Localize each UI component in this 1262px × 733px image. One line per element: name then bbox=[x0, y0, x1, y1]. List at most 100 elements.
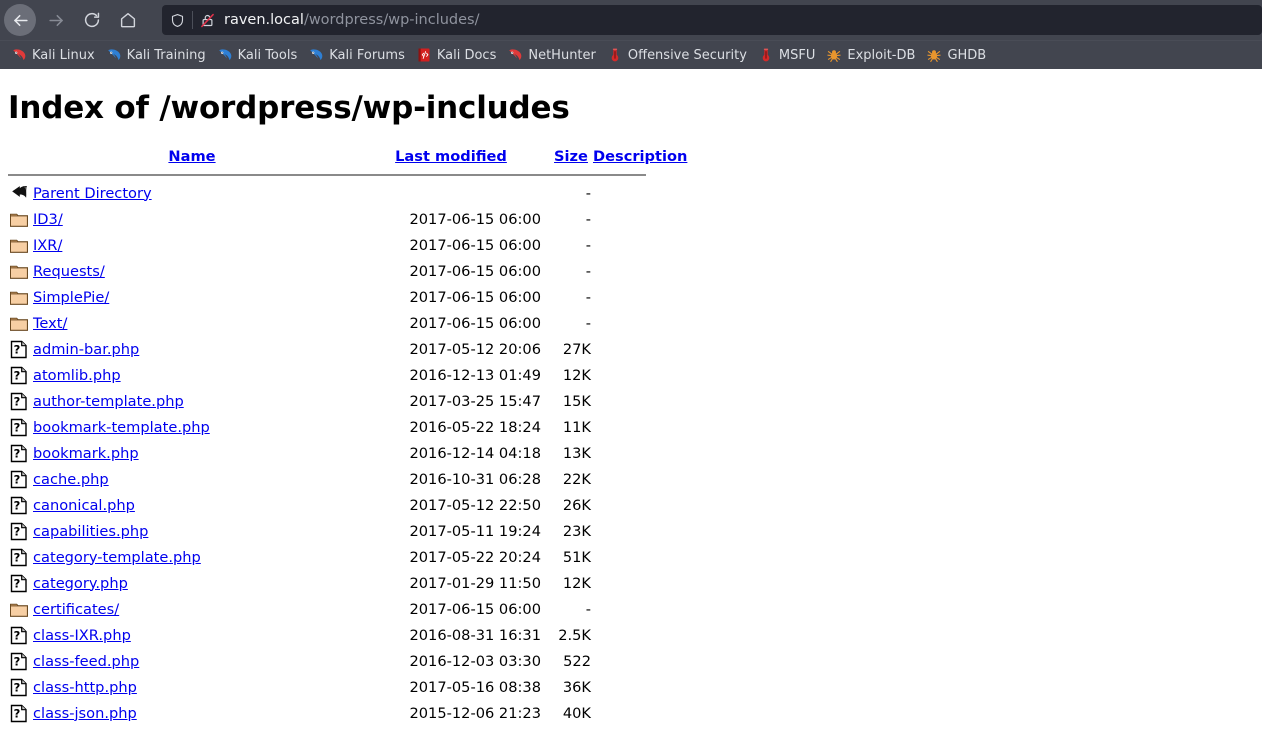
entry-link[interactable]: bookmark.php bbox=[33, 445, 139, 462]
table-row: ? class-http.php 2017-05-16 08:38 36K bbox=[8, 674, 688, 700]
bookmark-kali-tools[interactable]: Kali Tools bbox=[212, 44, 303, 66]
entry-link[interactable]: class-IXR.php bbox=[33, 627, 131, 644]
table-row: IXR/2017-06-15 06:00 - bbox=[8, 232, 688, 258]
entry-size-cell: 22K bbox=[562, 470, 591, 488]
svg-text:?: ? bbox=[14, 420, 21, 434]
entry-size-cell: 26K bbox=[562, 496, 591, 514]
entry-link[interactable]: atomlib.php bbox=[33, 367, 121, 384]
entry-link[interactable]: class-http.php bbox=[33, 679, 137, 696]
entry-name-cell: ID3/ bbox=[33, 206, 351, 232]
back-arrow-icon bbox=[13, 14, 28, 26]
folder-icon bbox=[8, 258, 33, 284]
url-bar[interactable]: raven.local/wordpress/wp-includes/ bbox=[162, 5, 1262, 35]
entry-link[interactable]: Requests/ bbox=[33, 263, 105, 280]
sort-by-name-link[interactable]: Name bbox=[168, 148, 215, 165]
bookmark-kali-forums[interactable]: Kali Forums bbox=[303, 44, 410, 66]
entry-date-cell: 2017-06-15 06:00 bbox=[409, 210, 541, 228]
bookmark-kali-docs[interactable]: Kali Docs bbox=[411, 44, 502, 66]
bookmark-kali-training[interactable]: Kali Training bbox=[101, 44, 211, 66]
entry-link[interactable]: author-template.php bbox=[33, 393, 184, 410]
entry-name-cell: cache.php bbox=[33, 466, 351, 492]
entry-date-cell: 2016-05-22 18:24 bbox=[409, 418, 541, 436]
bookmark-kali-linux[interactable]: Kali Linux bbox=[6, 44, 100, 66]
entry-date-cell bbox=[351, 180, 551, 206]
kali-dragon-red-icon bbox=[11, 47, 27, 63]
entry-link[interactable]: canonical.php bbox=[33, 497, 135, 514]
entry-link[interactable]: admin-bar.php bbox=[33, 341, 139, 358]
entry-link[interactable]: category.php bbox=[33, 575, 128, 592]
bookmark-label: Offensive Security bbox=[627, 47, 747, 63]
entry-description-cell bbox=[591, 310, 688, 336]
directory-rows: Parent Directory - ID3/2017-06-15 06:00- IX… bbox=[8, 180, 688, 726]
table-row: ID3/2017-06-15 06:00 - bbox=[8, 206, 688, 232]
entry-name-cell: admin-bar.php bbox=[33, 336, 351, 362]
table-row: Text/2017-06-15 06:00 - bbox=[8, 310, 688, 336]
column-header-size[interactable]: Size bbox=[551, 148, 591, 170]
unknown-file-icon: ? bbox=[8, 648, 33, 674]
directory-index-table: Name Last modified Size Description Pare… bbox=[8, 148, 688, 726]
entry-name-cell: Text/ bbox=[33, 310, 351, 336]
entry-link[interactable]: category-template.php bbox=[33, 549, 201, 566]
entry-link[interactable]: Text/ bbox=[33, 315, 67, 332]
unknown-file-icon: ? bbox=[8, 622, 33, 648]
entry-date-cell: 2017-06-15 06:00 bbox=[409, 262, 541, 280]
entry-size-cell: - bbox=[585, 288, 591, 306]
svg-text:?: ? bbox=[14, 394, 21, 408]
table-row: ? author-template.php 2017-03-25 15:47 15K bbox=[8, 388, 688, 414]
table-row: ? admin-bar.php 2017-05-12 20:06 27K bbox=[8, 336, 688, 362]
entry-link[interactable]: certificates/ bbox=[33, 601, 119, 618]
entry-description-cell bbox=[591, 544, 688, 570]
folder-icon bbox=[8, 284, 33, 310]
entry-link[interactable]: class-feed.php bbox=[33, 653, 139, 670]
svg-text:?: ? bbox=[14, 368, 21, 382]
bookmark-ghdb[interactable]: GHDB bbox=[921, 44, 991, 66]
column-header-description[interactable]: Description bbox=[591, 148, 688, 170]
entry-date-cell: 2017-01-29 11:50 bbox=[409, 574, 541, 592]
table-row: ? class-json.php 2015-12-06 21:23 40K bbox=[8, 700, 688, 726]
entry-size-cell: 13K bbox=[562, 444, 591, 462]
entry-link[interactable]: capabilities.php bbox=[33, 523, 148, 540]
entry-description-cell bbox=[591, 362, 688, 388]
bookmark-exploit-db[interactable]: Exploit-DB bbox=[821, 44, 920, 66]
svg-text:?: ? bbox=[14, 446, 21, 460]
back-button[interactable] bbox=[4, 4, 36, 36]
entry-link[interactable]: cache.php bbox=[33, 471, 109, 488]
sort-by-size-link[interactable]: Size bbox=[554, 148, 588, 165]
table-row: ? capabilities.php 2017-05-11 19:24 23K bbox=[8, 518, 688, 544]
kali-dragon-blue-icon bbox=[217, 47, 233, 63]
home-button[interactable] bbox=[112, 4, 144, 36]
bookmark-msfu[interactable]: MSFU bbox=[753, 44, 820, 66]
entry-size-cell: 27K bbox=[562, 340, 591, 358]
reload-button[interactable] bbox=[76, 4, 108, 36]
entry-description-cell bbox=[591, 440, 688, 466]
svg-text:?: ? bbox=[14, 680, 21, 694]
entry-date-cell: 2017-05-16 08:38 bbox=[409, 678, 541, 696]
entry-description-cell bbox=[591, 258, 688, 284]
shield-icon[interactable] bbox=[170, 11, 193, 29]
entry-description-cell bbox=[591, 518, 688, 544]
table-row: ? category-template.php 2017-05-22 20:24 51… bbox=[8, 544, 688, 570]
spider-icon bbox=[826, 47, 842, 63]
page-content: Index of /wordpress/wp-includes Name Las… bbox=[0, 69, 1262, 733]
forward-button[interactable] bbox=[40, 4, 72, 36]
sort-by-date-link[interactable]: Last modified bbox=[395, 148, 507, 165]
bookmark-nethunter[interactable]: NetHunter bbox=[502, 44, 601, 66]
entry-description-cell bbox=[591, 336, 688, 362]
table-header-divider-cell bbox=[8, 170, 688, 180]
column-header-name[interactable]: Name bbox=[33, 148, 351, 170]
kali-dragon-red-icon bbox=[507, 47, 523, 63]
metasploit-icon bbox=[758, 47, 774, 63]
entry-link[interactable]: Parent Directory bbox=[33, 185, 152, 202]
column-header-last-modified[interactable]: Last modified bbox=[351, 148, 551, 170]
broken-lock-icon[interactable] bbox=[200, 13, 215, 28]
entry-link[interactable]: class-json.php bbox=[33, 705, 137, 722]
bookmark-offensive-security[interactable]: Offensive Security bbox=[602, 44, 752, 66]
entry-link[interactable]: bookmark-template.php bbox=[33, 419, 210, 436]
entry-link[interactable]: SimplePie/ bbox=[33, 289, 109, 306]
entry-link[interactable]: IXR/ bbox=[33, 237, 62, 254]
entry-name-cell: capabilities.php bbox=[33, 518, 351, 544]
entry-link[interactable]: ID3/ bbox=[33, 211, 63, 228]
unknown-file-icon: ? bbox=[8, 388, 33, 414]
entry-description-cell bbox=[591, 232, 688, 258]
sort-by-description-link[interactable]: Description bbox=[593, 148, 687, 165]
